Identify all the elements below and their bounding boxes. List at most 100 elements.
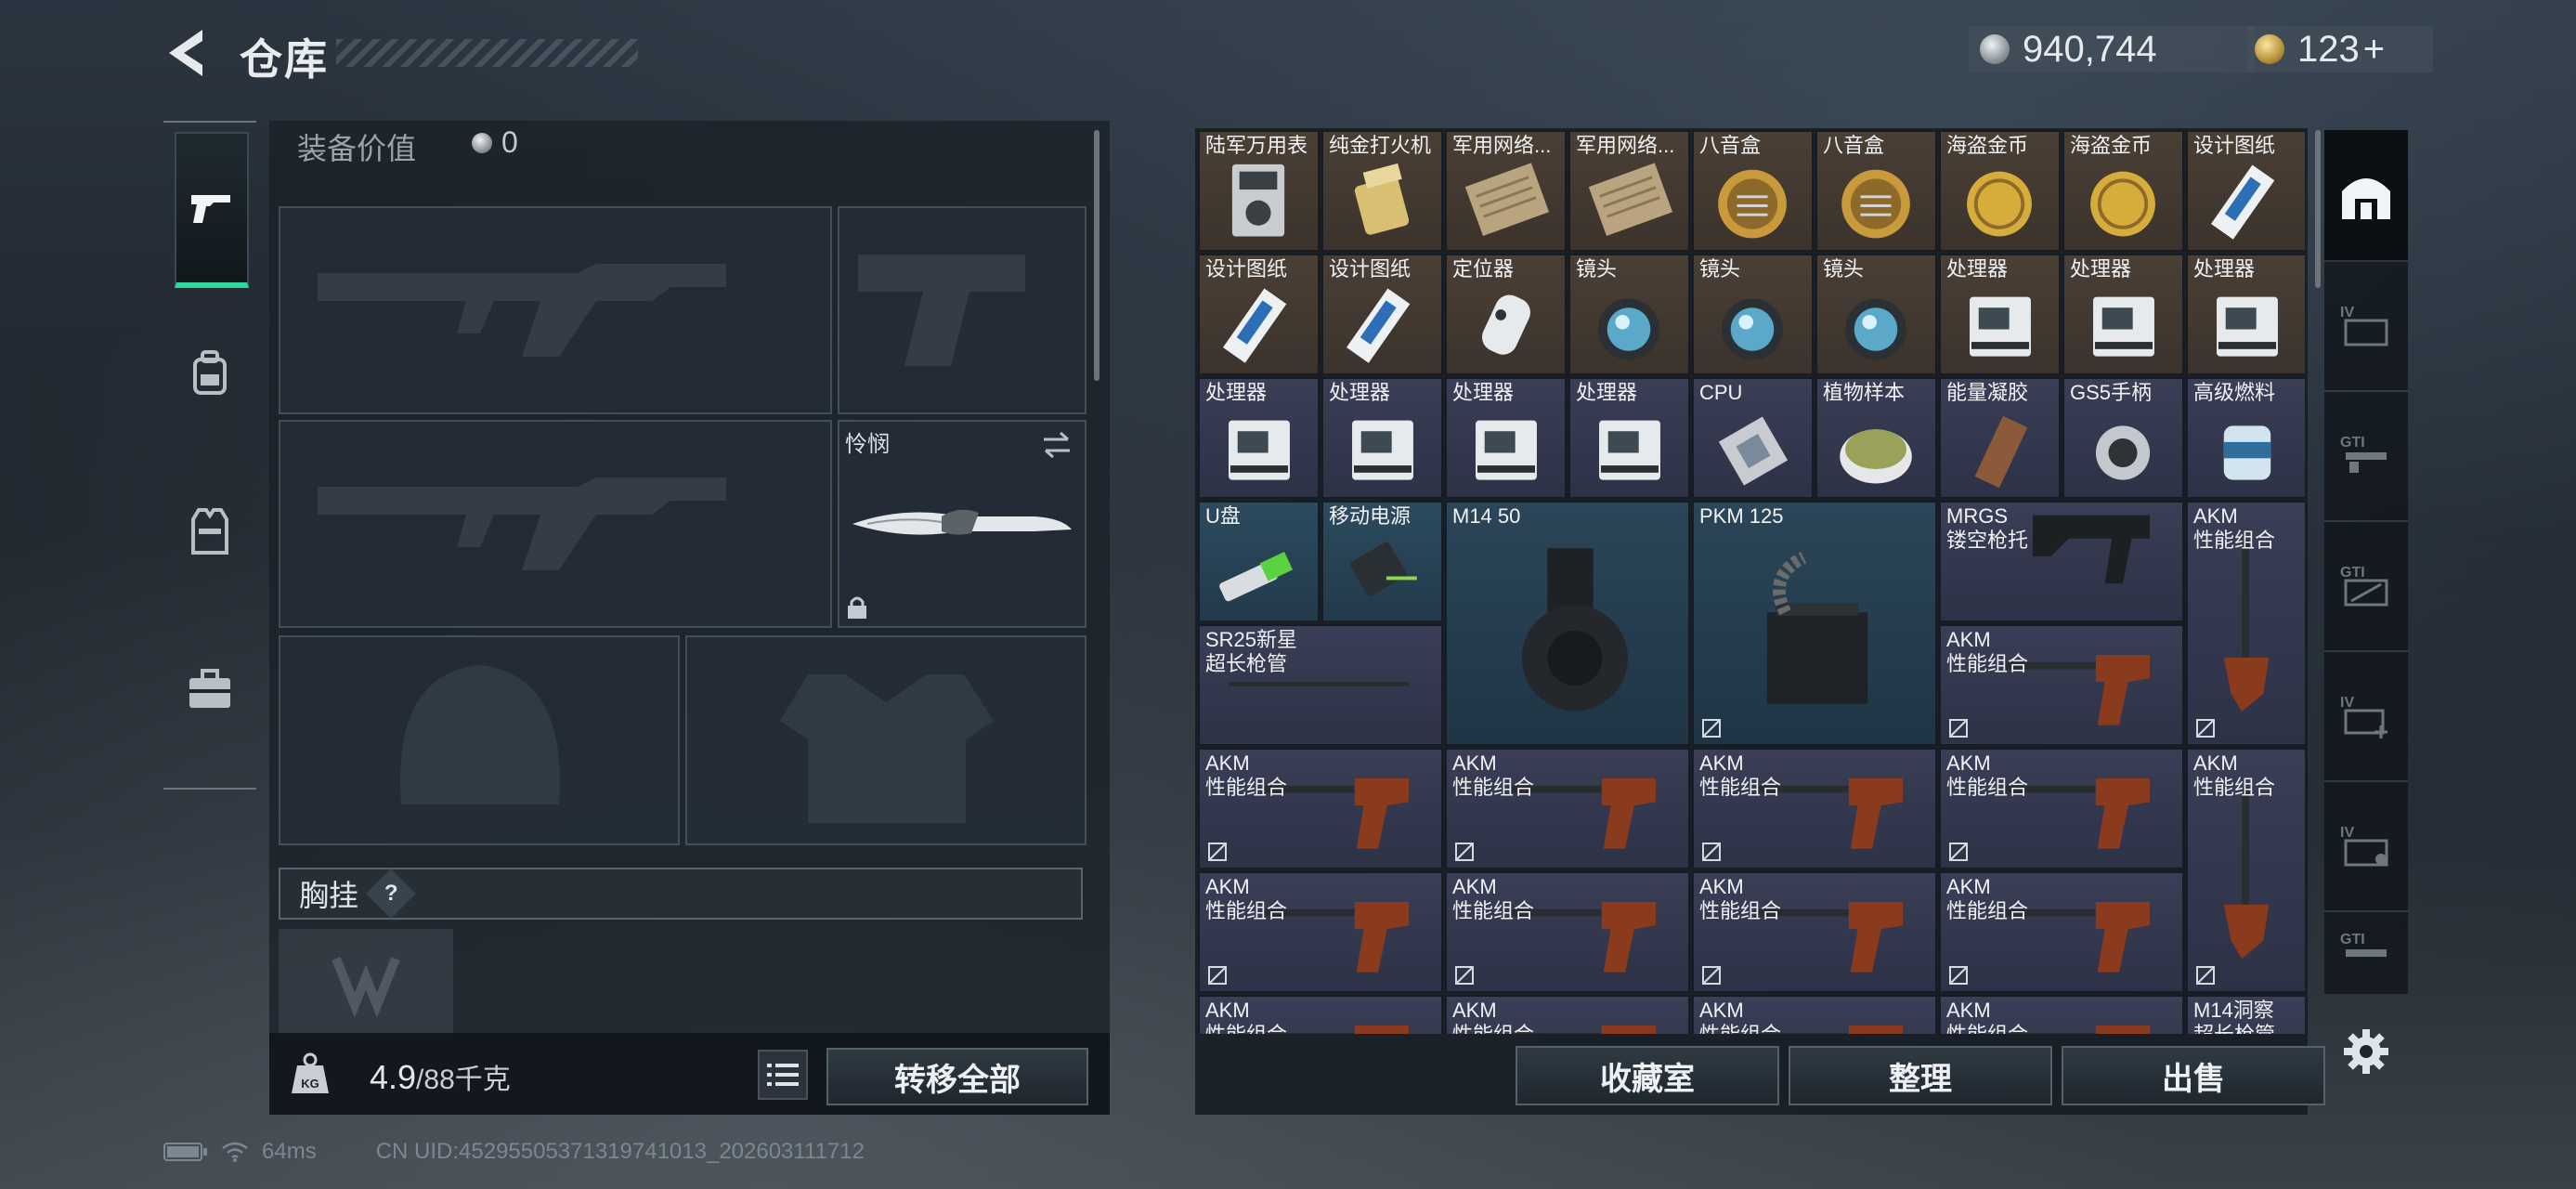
inventory-item[interactable]: 能量凝胶 (1939, 377, 2061, 499)
inventory-item[interactable]: PKM 125 (1692, 501, 1937, 746)
inventory-item[interactable]: 植物样本 (1815, 377, 1937, 499)
inventory-item[interactable]: AKM性能组合 (1445, 871, 1690, 993)
inventory-item[interactable]: 设计图纸 (2186, 130, 2305, 252)
inventory-item[interactable]: AKM性能组合 (2186, 748, 2305, 993)
inventory-item[interactable]: AKM性能组合 (1939, 995, 2184, 1034)
equipment-value: 0 (472, 125, 518, 160)
inventory-item[interactable]: AKM性能组合 (1939, 748, 2184, 869)
melee-slot[interactable]: 怜悯 (838, 420, 1086, 628)
inventory-item[interactable]: AKM性能组合 (1198, 995, 1443, 1034)
inventory-item[interactable]: AKM性能组合 (1198, 748, 1443, 869)
inventory-item[interactable]: M14洞察超长枪管 (2186, 995, 2305, 1034)
inventory-item[interactable]: 设计图纸 (1198, 254, 1320, 375)
gold-add-button[interactable]: + (2363, 29, 2385, 71)
equipment-scrollbar[interactable] (1094, 130, 1099, 381)
list-view-button[interactable] (758, 1050, 808, 1100)
sell-button[interactable]: 出售 (2062, 1046, 2325, 1105)
gold-amount: 123 (2297, 28, 2360, 70)
back-arrow-icon[interactable] (165, 28, 210, 78)
tab-storage-5[interactable]: IV (2324, 780, 2408, 912)
tab-storage-6[interactable]: GTI (2324, 910, 2408, 994)
tab-storage-1[interactable]: IV (2324, 260, 2408, 392)
inventory-item[interactable]: 陆军万用表 (1198, 130, 1320, 252)
tab-storage-4[interactable]: IV (2324, 650, 2408, 782)
armor-slot[interactable] (685, 635, 1086, 845)
inventory-item[interactable]: AKM性能组合 (1445, 995, 1690, 1034)
inventory-item[interactable]: MRGS 镂空枪托 (1939, 501, 2184, 622)
gold-currency[interactable]: 123 + (2247, 26, 2433, 72)
inventory-item[interactable]: 处理器 (1939, 254, 2061, 375)
inventory-item[interactable]: U盘 (1198, 501, 1320, 622)
settings-gear-icon[interactable] (2342, 1027, 2390, 1076)
tool-crate-icon: GTI (2340, 565, 2388, 607)
inventory-item[interactable]: GS5手柄 (2062, 377, 2184, 499)
inventory-scrollbar[interactable] (2315, 130, 2321, 288)
page-title: 仓库 (240, 35, 329, 84)
help-icon[interactable]: ? (366, 869, 416, 919)
item-name: AKM (1699, 875, 1744, 898)
weight-readout: 4.9/88千克 (370, 1058, 511, 1096)
inventory-item[interactable]: 镜头 (1568, 254, 1690, 375)
inventory-item[interactable]: AKM性能组合 (1692, 995, 1937, 1034)
briefcase-icon (189, 669, 230, 708)
inventory-item[interactable]: AKM 性能组合 (2186, 501, 2305, 746)
item-subname: 性能组合 (1699, 776, 1782, 799)
item-name: 镜头 (1823, 257, 1865, 281)
inventory-item[interactable]: AKM性能组合 (1445, 748, 1690, 869)
inventory-item[interactable]: 军用网络... (1445, 130, 1567, 252)
sort-button[interactable]: 整理 (1789, 1046, 2052, 1105)
inventory-item[interactable]: 处理器 (2062, 254, 2184, 375)
inventory-item[interactable]: SR25新星 超长枪管 (1198, 624, 1443, 746)
nav-case[interactable] (175, 615, 245, 764)
inventory-item[interactable]: 处理器 (1321, 377, 1443, 499)
nav-vest[interactable] (175, 457, 245, 606)
equipment-value-label: 装备价值 (297, 132, 417, 165)
inventory-item[interactable]: 八音盒 (1692, 130, 1814, 252)
item-name: 处理器 (1946, 257, 2009, 281)
inventory-item[interactable]: 海盗金币 (2062, 130, 2184, 252)
secondary-weapon-slot[interactable] (279, 420, 832, 628)
inventory-item[interactable]: M14 50 (1445, 501, 1690, 746)
primary-weapon-slot[interactable] (279, 206, 832, 414)
inventory-item[interactable]: 八音盒 (1815, 130, 1937, 252)
transfer-all-button[interactable]: 转移全部 (826, 1048, 1088, 1105)
inventory-item[interactable]: 海盗金币 (1939, 130, 2061, 252)
swap-icon[interactable] (1040, 431, 1073, 459)
no-insure-icon (1702, 719, 1721, 738)
silver-coin-icon (472, 132, 492, 153)
inventory-item[interactable]: 处理器 (1445, 377, 1567, 499)
nav-weapon[interactable] (175, 132, 249, 288)
item-name: 处理器 (1452, 381, 1515, 404)
no-insure-icon (1949, 843, 1968, 861)
inventory-item[interactable]: AKM性能组合 (1692, 748, 1937, 869)
item-name: 处理器 (2070, 257, 2132, 281)
helmet-slot[interactable] (279, 635, 680, 845)
collection-room-button[interactable]: 收藏室 (1516, 1046, 1779, 1105)
inventory-item[interactable]: 镜头 (1815, 254, 1937, 375)
inventory-item[interactable]: 纯金打火机 (1321, 130, 1443, 252)
inventory-item[interactable]: AKM性能组合 (1692, 871, 1937, 993)
inventory-item[interactable]: CPU (1692, 377, 1814, 499)
tab-all[interactable] (2324, 130, 2408, 262)
nav-backpack[interactable] (175, 299, 245, 448)
inventory-item[interactable]: 移动电源 (1321, 501, 1443, 622)
inventory-item[interactable]: AKM性能组合 (1939, 871, 2184, 993)
inventory-item[interactable]: 处理器 (2186, 254, 2305, 375)
tab-storage-3[interactable]: GTI (2324, 520, 2408, 652)
wifi-icon (222, 1142, 248, 1162)
inventory-item[interactable]: AKM性能组合 (1198, 871, 1443, 993)
no-insure-icon (1702, 843, 1721, 861)
item-name: 军用网络... (1576, 134, 1675, 157)
inventory-item[interactable]: AKM 性能组合 (1939, 624, 2184, 746)
item-name: AKM (1205, 999, 1250, 1022)
inventory-item[interactable]: 处理器 (1198, 377, 1320, 499)
inventory-item[interactable]: 军用网络... (1568, 130, 1690, 252)
chest-rig-slot[interactable] (279, 929, 453, 1037)
pistol-slot[interactable] (838, 206, 1086, 414)
inventory-item[interactable]: 设计图纸 (1321, 254, 1443, 375)
inventory-item[interactable]: 镜头 (1692, 254, 1814, 375)
tab-storage-2[interactable]: GTI (2324, 390, 2408, 522)
inventory-item[interactable]: 处理器 (1568, 377, 1690, 499)
inventory-item[interactable]: 定位器 (1445, 254, 1567, 375)
inventory-item[interactable]: 高级燃料 (2186, 377, 2305, 499)
